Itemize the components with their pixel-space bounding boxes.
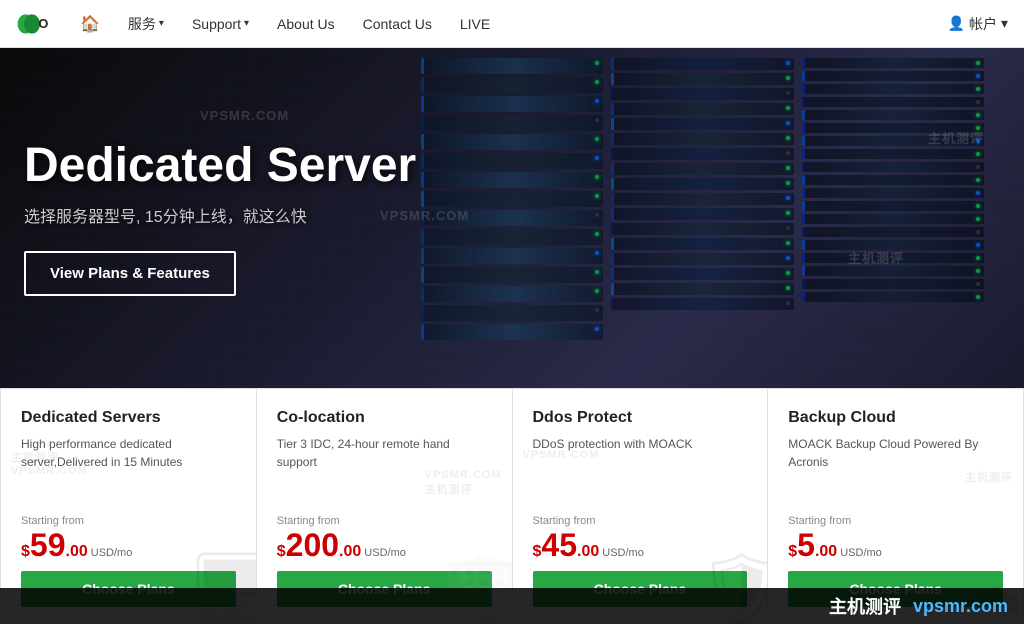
card-desc-3: MOACK Backup Cloud Powered By Acronis	[788, 435, 1003, 507]
hero-watermark-1: VPSMR.COM	[200, 108, 289, 123]
card-title-2: Ddos Protect	[533, 409, 748, 427]
hero-title: Dedicated Server	[24, 140, 1000, 193]
card-title-1: Co-location	[277, 409, 492, 427]
card-starting-1: Starting from	[277, 515, 492, 527]
hero-section: VPSMR.COM VPSMR.COM 主机测评 主机测评 Dedicated …	[0, 48, 1024, 388]
view-plans-button[interactable]: View Plans & Features	[24, 251, 236, 296]
price-main-2: 45	[541, 529, 577, 561]
nav-support[interactable]: Support ▾	[180, 8, 261, 40]
chevron-down-icon: ▾	[244, 18, 249, 29]
hero-content: Dedicated Server 选择服务器型号, 15分钟上线，就这么快 Vi…	[24, 140, 1000, 296]
price-decimal-3: .00	[815, 543, 837, 561]
logo[interactable]: OACK OACK	[16, 12, 48, 36]
price-decimal-0: .00	[66, 543, 88, 561]
account-icon: 👤	[948, 15, 965, 32]
card-starting-2: Starting from	[533, 515, 748, 527]
price-usd-1: USD/mo	[364, 547, 406, 559]
price-currency-3: $	[788, 543, 797, 561]
price-usd-2: USD/mo	[602, 547, 644, 559]
price-currency-1: $	[277, 543, 286, 561]
nav-items: 🏠 服务 ▾ Support ▾ About Us Contact Us LIV…	[68, 6, 948, 42]
price-currency-0: $	[21, 543, 30, 561]
chevron-down-icon: ▾	[1001, 15, 1008, 32]
nav-service[interactable]: 服务 ▾	[116, 6, 176, 42]
svg-text:OACK: OACK	[38, 16, 48, 31]
card-desc-1: Tier 3 IDC, 24-hour remote hand support	[277, 435, 492, 507]
home-icon: 🏠	[80, 14, 100, 34]
card-title-0: Dedicated Servers	[21, 409, 236, 427]
price-main-1: 200	[286, 529, 339, 561]
price-main-0: 59	[30, 529, 66, 561]
nav-home[interactable]: 🏠	[68, 6, 112, 42]
price-currency-2: $	[533, 543, 542, 561]
nav-account[interactable]: 👤 帐户 ▾	[948, 14, 1008, 34]
card-starting-3: Starting from	[788, 515, 1003, 527]
price-decimal-2: .00	[577, 543, 599, 561]
hero-subtitle: 选择服务器型号, 15分钟上线，就这么快	[24, 203, 1000, 227]
nav-contactus[interactable]: Contact Us	[351, 8, 444, 40]
nav-live[interactable]: LIVE	[448, 8, 502, 40]
bottom-watermark-chinese: 主机测评	[829, 593, 901, 619]
navbar: OACK OACK 🏠 服务 ▾ Support ▾ About Us Cont…	[0, 0, 1024, 48]
card-starting-0: Starting from	[21, 515, 236, 527]
bottom-watermark-bar: 主机测评 vpsmr.com	[0, 588, 1024, 624]
price-usd-3: USD/mo	[840, 547, 882, 559]
chevron-down-icon: ▾	[159, 18, 164, 29]
card-desc-0: High performance dedicated server,Delive…	[21, 435, 236, 507]
card-desc-2: DDoS protection with MOACK	[533, 435, 748, 507]
price-decimal-1: .00	[339, 543, 361, 561]
card-title-3: Backup Cloud	[788, 409, 1003, 427]
price-usd-0: USD/mo	[91, 547, 133, 559]
price-main-3: 5	[797, 529, 815, 561]
nav-aboutus[interactable]: About Us	[265, 8, 347, 40]
bottom-watermark-url: vpsmr.com	[913, 596, 1008, 617]
